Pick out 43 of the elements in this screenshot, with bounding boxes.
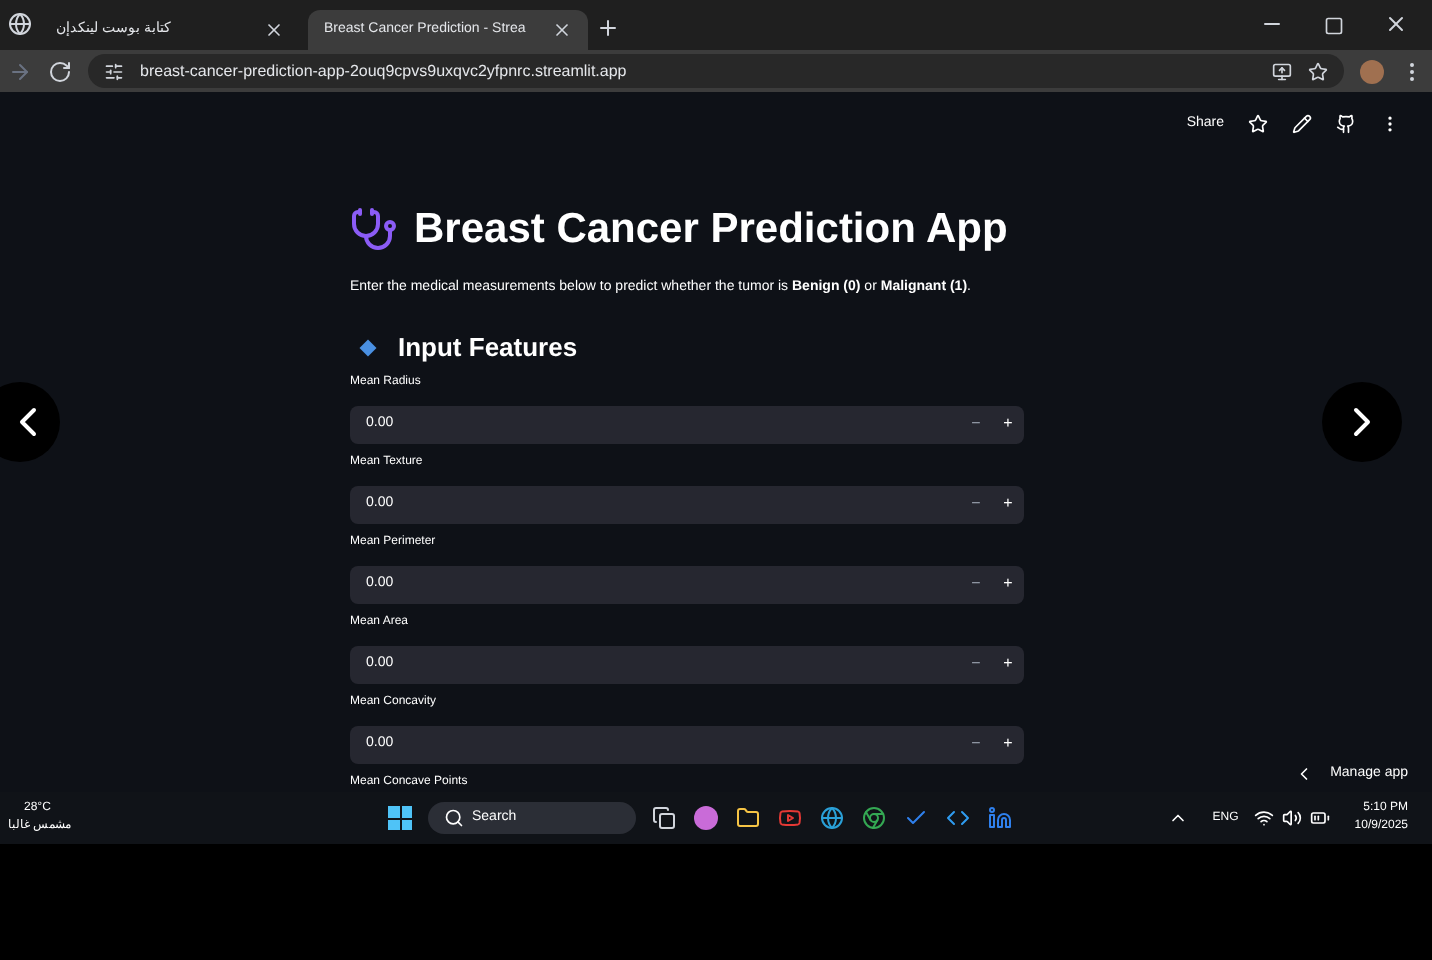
new-tab-icon[interactable] <box>596 16 620 40</box>
browser-icon <box>8 12 32 36</box>
profile-avatar[interactable] <box>1360 59 1384 83</box>
decrement-button[interactable]: − <box>960 732 992 756</box>
next-button[interactable] <box>1322 382 1402 462</box>
linkedin-icon[interactable] <box>988 806 1012 830</box>
url-text: breast-cancer-prediction-app-2ouq9cpvs9uxqvc2yfpnrc.streamlit.app <box>140 59 629 83</box>
github-icon[interactable] <box>1336 114 1356 134</box>
code-editor-icon[interactable] <box>946 806 970 830</box>
decrement-button[interactable]: − <box>960 572 992 596</box>
increment-button[interactable]: + <box>992 412 1024 436</box>
section-heading: Input Features <box>398 330 578 366</box>
task-view-icon[interactable] <box>652 806 676 830</box>
install-icon[interactable] <box>1272 61 1292 81</box>
reload-icon[interactable] <box>48 59 72 83</box>
decrement-button[interactable]: − <box>960 412 992 436</box>
chrome-icon[interactable] <box>862 806 886 830</box>
star-icon[interactable] <box>1248 114 1268 134</box>
close-icon[interactable] <box>1384 12 1408 36</box>
check-icon[interactable] <box>904 806 928 830</box>
battery-icon[interactable] <box>1310 808 1331 828</box>
video-icon[interactable] <box>778 806 802 830</box>
address-bar[interactable]: breast-cancer-prediction-app-2ouq9cpvs9uxqvc2yfpnrc.streamlit.app <box>88 54 1344 88</box>
increment-button[interactable]: + <box>992 492 1024 516</box>
app-title: Breast Cancer Prediction App <box>414 204 1008 256</box>
volume-icon[interactable] <box>1282 808 1303 828</box>
previous-button[interactable] <box>0 382 60 462</box>
decrement-button[interactable]: − <box>960 492 992 516</box>
increment-button[interactable]: + <box>992 652 1024 676</box>
folder-icon[interactable] <box>736 806 760 830</box>
close-icon[interactable] <box>552 20 572 40</box>
wifi-icon[interactable] <box>1254 808 1275 828</box>
decrement-button[interactable]: − <box>960 652 992 676</box>
bookmark-icon[interactable] <box>1308 61 1328 81</box>
edit-icon[interactable] <box>1292 114 1312 134</box>
start-icon[interactable] <box>388 806 412 830</box>
search-icon <box>444 808 464 828</box>
site-settings-icon[interactable] <box>104 61 124 81</box>
stethoscope-icon <box>350 205 398 254</box>
increment-button[interactable]: + <box>992 732 1024 756</box>
maximize-icon[interactable] <box>1324 16 1344 36</box>
increment-button[interactable]: + <box>992 572 1024 596</box>
close-icon[interactable] <box>264 20 284 40</box>
